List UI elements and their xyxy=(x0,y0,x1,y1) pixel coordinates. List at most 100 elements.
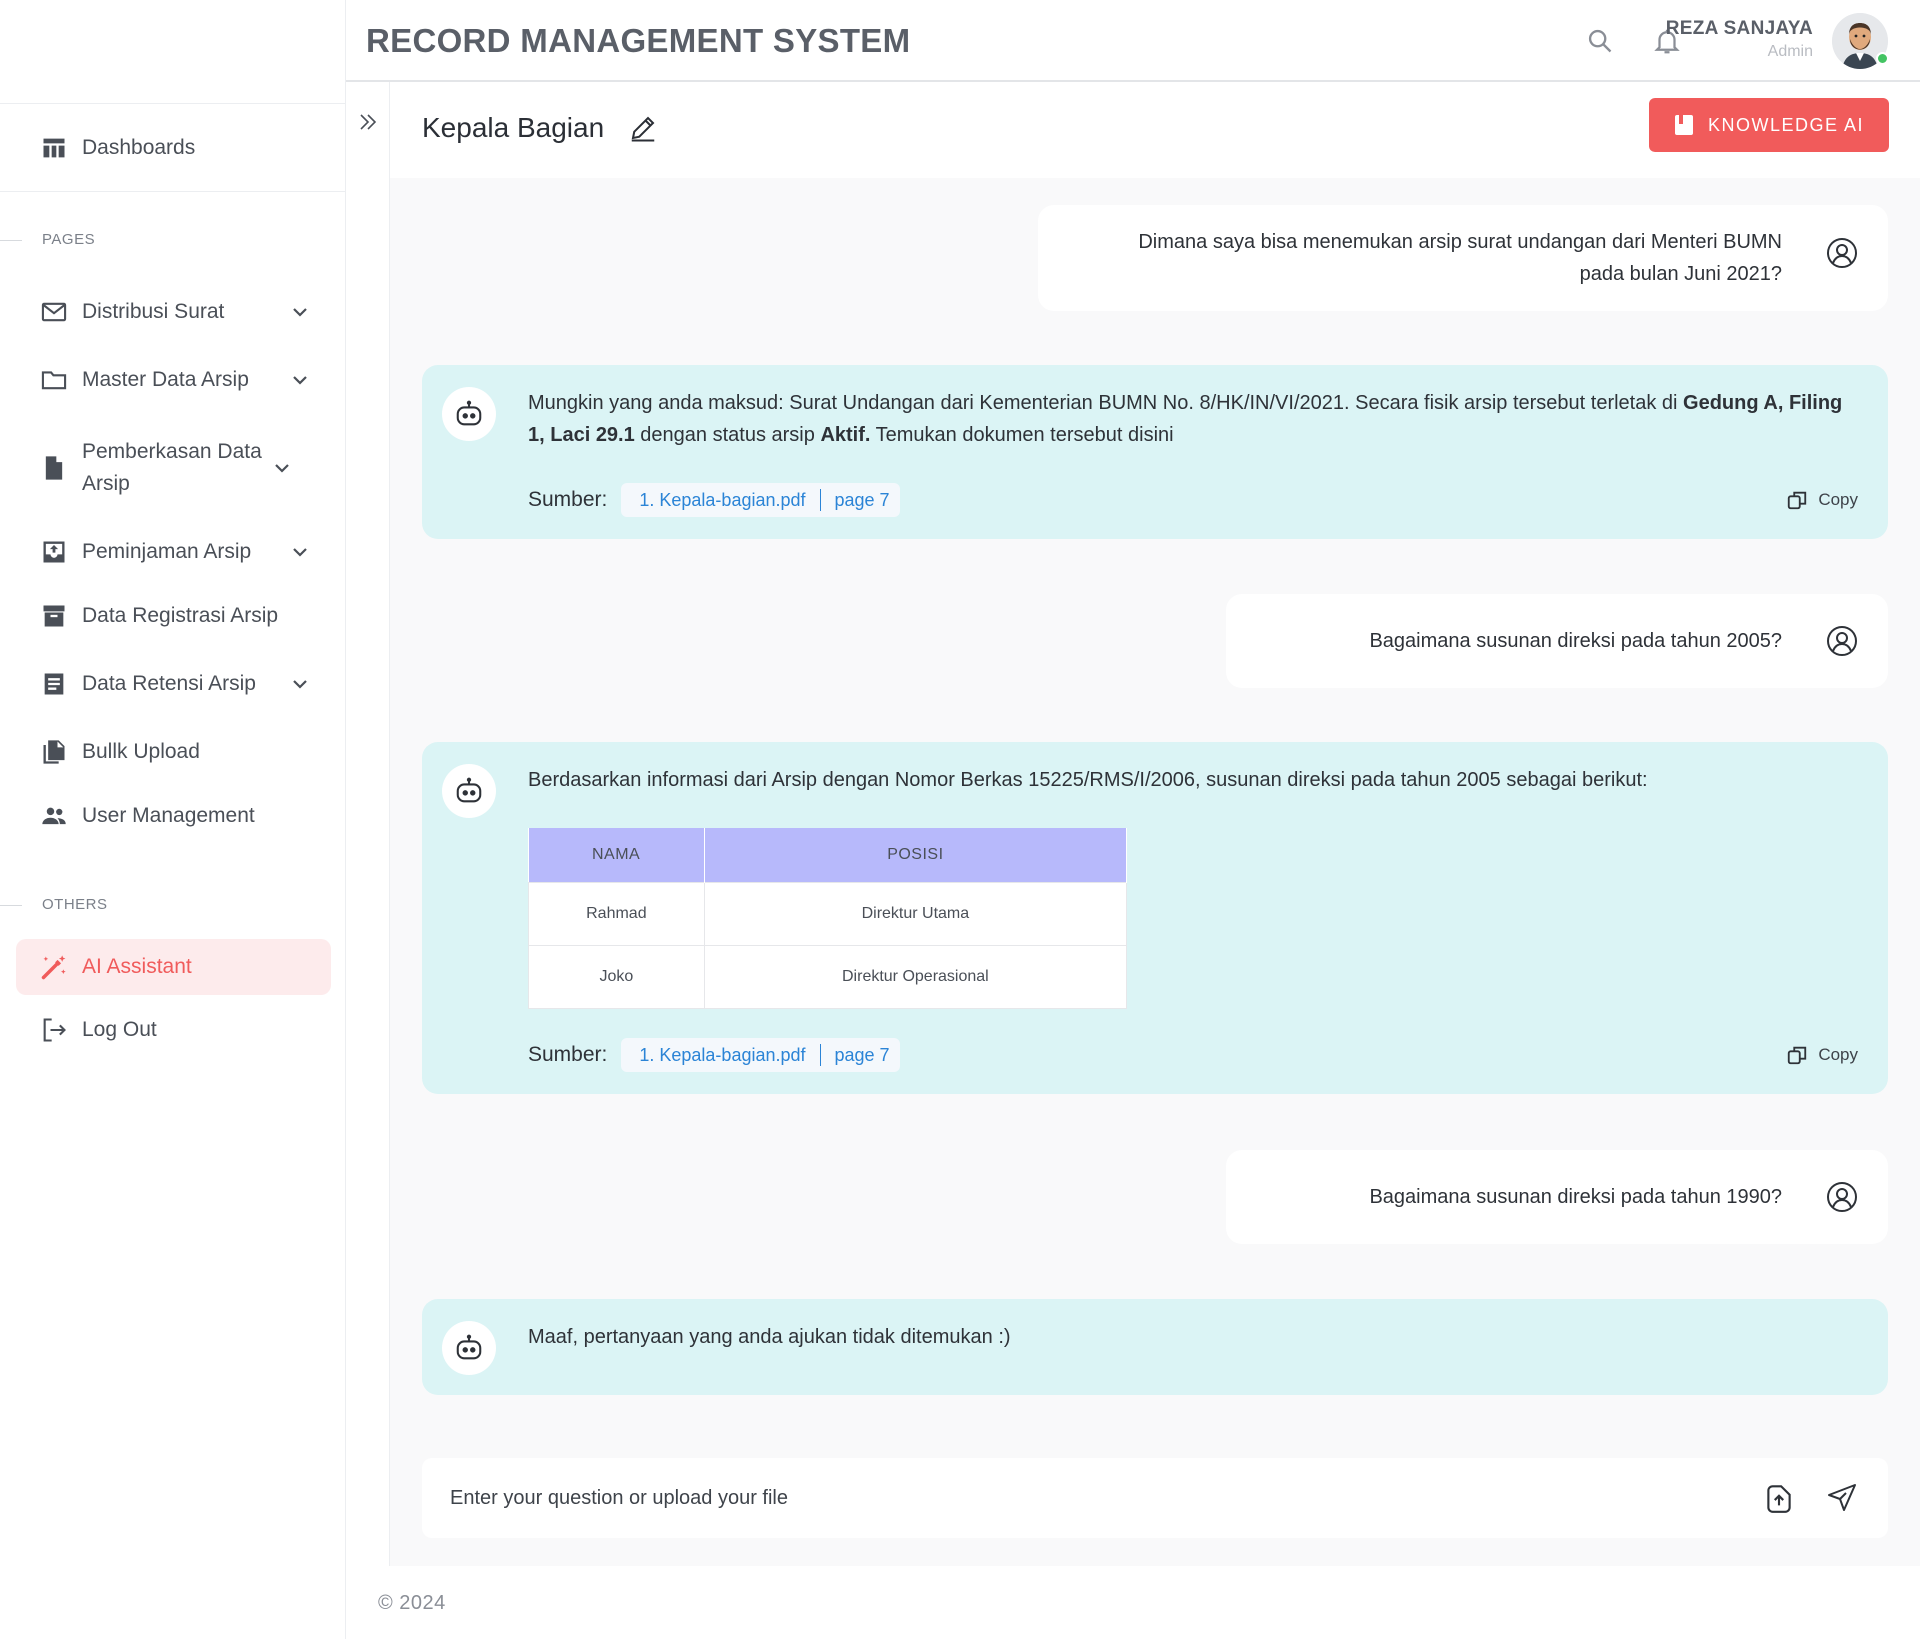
sidebar-item-distribusi-surat[interactable]: Distribusi Surat xyxy=(0,296,346,328)
user-message-text: Bagaimana susunan direksi pada tahun 200… xyxy=(1369,630,1782,652)
document-list-icon xyxy=(40,670,68,698)
archive-box-icon xyxy=(40,602,68,630)
sidebar-toggle-strip xyxy=(346,82,390,1566)
search-icon[interactable] xyxy=(1583,24,1617,58)
source-link[interactable]: 1. Kepala-bagian.pdf page 7 xyxy=(621,483,900,517)
bot-avatar xyxy=(442,387,496,441)
question-input[interactable] xyxy=(450,1476,1750,1520)
table-cell: Direktur Utama xyxy=(703,881,1128,946)
user-message-text: Bagaimana susunan direksi pada tahun 199… xyxy=(1369,1186,1782,1208)
chevron-down-icon[interactable] xyxy=(290,674,310,694)
source-label: Sumber: xyxy=(528,1043,608,1066)
sidebar-item-dashboards[interactable]: Dashboards xyxy=(0,104,345,192)
sidebar-item-label: Dashboards xyxy=(82,135,196,159)
knowledge-ai-button[interactable]: KNOWLEDGE AI xyxy=(1649,98,1889,152)
send-icon[interactable] xyxy=(1826,1482,1858,1514)
source-page[interactable]: page 7 xyxy=(835,490,890,511)
source-row: Sumber: 1. Kepala-bagian.pdf page 7 xyxy=(528,1038,900,1072)
user-message: Dimana saya bisa menemukan arsip surat u… xyxy=(1038,205,1888,311)
sidebar-item-label: Distribusi Surat xyxy=(82,300,225,323)
sidebar-item-bulk-upload[interactable]: Bullk Upload xyxy=(0,736,346,768)
user-circle-icon xyxy=(1827,1182,1857,1212)
robot-icon xyxy=(456,400,482,426)
users-icon xyxy=(40,802,68,830)
table-row: Joko Direktur Operasional xyxy=(528,944,1128,1009)
knowledge-ai-label: KNOWLEDGE AI xyxy=(1707,114,1865,135)
bot-message: Mungkin yang anda maksud: Surat Undangan… xyxy=(422,365,1888,539)
source-label: Sumber: xyxy=(528,488,608,511)
sidebar-item-log-out[interactable]: Log Out xyxy=(0,1014,346,1046)
sidebar-item-label: AI Assistant xyxy=(82,955,192,978)
logout-icon xyxy=(40,1016,68,1044)
double-chevron-right-icon[interactable] xyxy=(356,110,380,134)
table-cell: Rahmad xyxy=(528,881,705,946)
bot-message: Maaf, pertanyaan yang anda ajukan tidak … xyxy=(422,1299,1888,1395)
robot-icon xyxy=(456,1334,482,1360)
data-table: NAMA POSISI Rahmad Direktur Utama Joko D… xyxy=(528,828,1128,1009)
bot-message-text: Maaf, pertanyaan yang anda ajukan tidak … xyxy=(528,1326,1011,1348)
sidebar-item-user-management[interactable]: User Management xyxy=(0,800,346,832)
section-label-others: OTHERS xyxy=(42,896,108,913)
folder-icon xyxy=(40,366,68,394)
sidebar-item-label: Peminjaman Arsip xyxy=(82,540,252,563)
chevron-down-icon[interactable] xyxy=(272,458,292,478)
table-header-nama: NAMA xyxy=(528,828,705,882)
section-divider xyxy=(0,905,22,906)
copy-button[interactable]: Copy xyxy=(1786,489,1858,511)
upload-file-icon[interactable] xyxy=(1762,1482,1796,1516)
divider xyxy=(819,1044,821,1066)
user-message-text: Dimana saya bisa menemukan arsip surat u… xyxy=(1138,231,1782,285)
dashboard-icon xyxy=(40,134,68,162)
inbox-upload-icon xyxy=(40,538,68,566)
table-cell: Direktur Operasional xyxy=(703,944,1128,1009)
user-role: Admin xyxy=(1767,43,1813,60)
sidebar-item-label: User Management xyxy=(82,804,255,827)
top-header: RECORD MANAGEMENT SYSTEM REZA SANJAYA Ad… xyxy=(346,0,1920,82)
bot-avatar xyxy=(442,764,496,818)
source-file[interactable]: 1. Kepala-bagian.pdf xyxy=(639,490,805,511)
bot-message-text: Mungkin yang anda maksud: Surat Undangan… xyxy=(528,392,1843,446)
sidebar-item-data-registrasi-arsip[interactable]: Data Registrasi Arsip xyxy=(0,600,346,632)
copy-label: Copy xyxy=(1818,490,1858,509)
copy-button[interactable]: Copy xyxy=(1786,1044,1858,1066)
page-title: Kepala Bagian xyxy=(422,112,605,143)
chat-area: Kepala Bagian KNOWLEDGE AI Dimana saya b… xyxy=(390,82,1920,1566)
online-status-dot xyxy=(1876,52,1889,65)
source-file[interactable]: 1. Kepala-bagian.pdf xyxy=(639,1045,805,1066)
mail-icon xyxy=(40,298,68,326)
sidebar-item-label: Pemberkasan Data Arsip xyxy=(82,440,262,495)
user-name[interactable]: REZA SANJAYA xyxy=(1666,18,1813,40)
sidebar-item-master-data-arsip[interactable]: Master Data Arsip xyxy=(0,364,346,396)
sidebar-item-label: Bullk Upload xyxy=(82,740,200,763)
divider xyxy=(819,489,821,511)
sidebar-item-ai-assistant[interactable]: AI Assistant xyxy=(0,951,346,983)
sidebar: Dashboards PAGES Distribusi Surat Master… xyxy=(0,0,346,1639)
pencil-edit-icon[interactable] xyxy=(628,113,658,143)
user-message: Bagaimana susunan direksi pada tahun 199… xyxy=(1226,1150,1888,1244)
copy-icon xyxy=(1788,491,1807,510)
sidebar-item-peminjaman-arsip[interactable]: Peminjaman Arsip xyxy=(0,536,346,568)
sidebar-item-label: Data Registrasi Arsip xyxy=(82,604,279,627)
book-icon xyxy=(1674,115,1693,135)
footer-copyright: © 2024 xyxy=(378,1592,446,1614)
chevron-down-icon[interactable] xyxy=(290,302,310,322)
sidebar-item-label: Data Retensi Arsip xyxy=(82,672,256,695)
sidebar-item-label: Log Out xyxy=(82,1018,157,1041)
bot-message-text: Berdasarkan informasi dari Arsip dengan … xyxy=(528,769,1648,791)
sidebar-logo-area xyxy=(0,0,345,104)
chevron-down-icon[interactable] xyxy=(290,542,310,562)
user-circle-icon xyxy=(1827,238,1857,268)
copy-label: Copy xyxy=(1818,1045,1858,1064)
source-page[interactable]: page 7 xyxy=(835,1045,890,1066)
app-title: RECORD MANAGEMENT SYSTEM xyxy=(366,22,911,59)
chevron-down-icon[interactable] xyxy=(290,370,310,390)
chat-input-bar xyxy=(422,1458,1888,1538)
table-header-posisi: POSISI xyxy=(704,828,1128,882)
sidebar-item-pemberkasan-data-arsip[interactable]: Pemberkasan Data Arsip xyxy=(0,436,346,500)
sidebar-item-data-retensi-arsip[interactable]: Data Retensi Arsip xyxy=(0,668,346,700)
copy-icon xyxy=(1788,1046,1807,1065)
source-row: Sumber: 1. Kepala-bagian.pdf page 7 xyxy=(528,483,900,517)
bot-message: Berdasarkan informasi dari Arsip dengan … xyxy=(422,742,1888,1094)
source-link[interactable]: 1. Kepala-bagian.pdf page 7 xyxy=(621,1038,900,1072)
section-label-pages: PAGES xyxy=(42,231,96,248)
